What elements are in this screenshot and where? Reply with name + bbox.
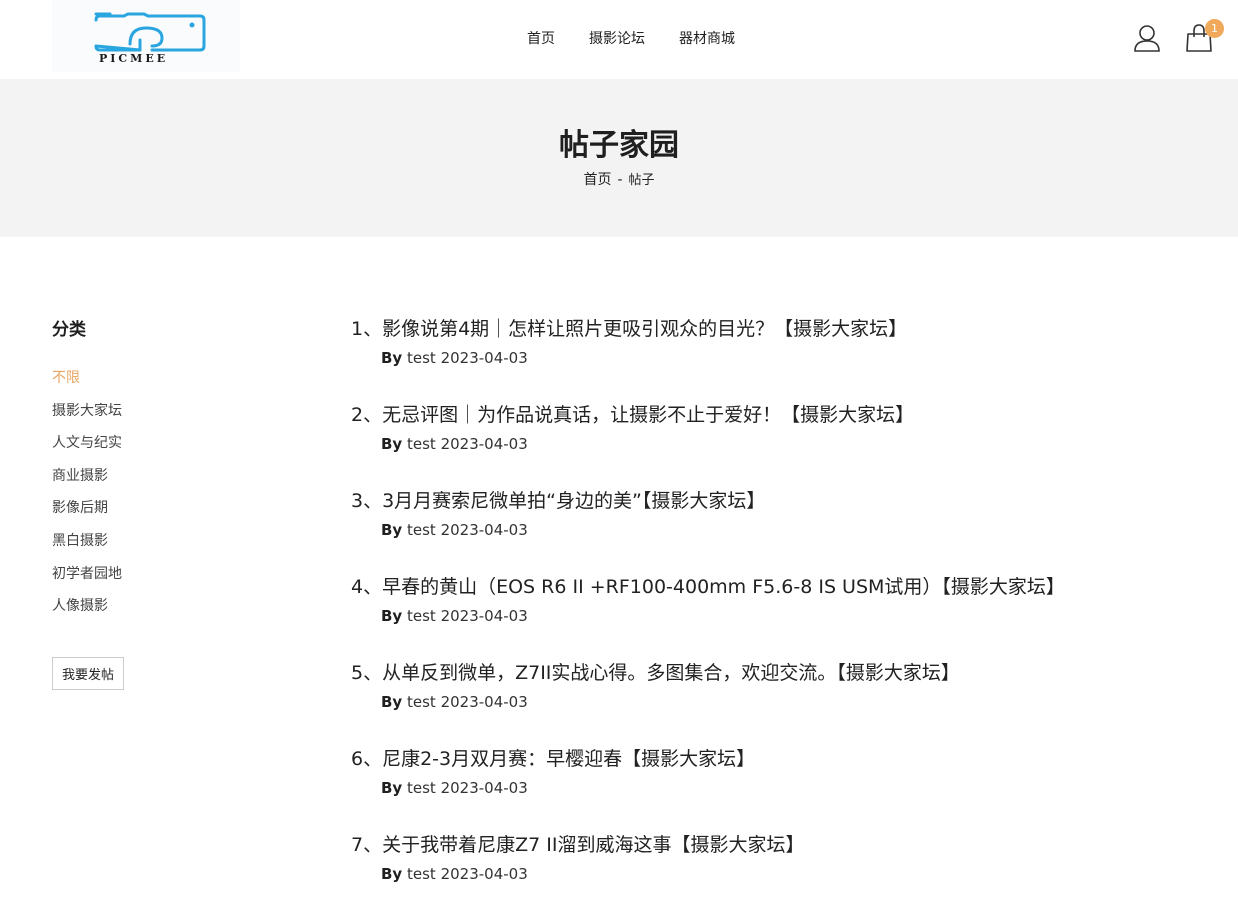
site-logo[interactable]: PICMEE xyxy=(52,0,240,72)
post-item: 6、尼康2-3月双月赛：早樱迎春【摄影大家坛】 By test 2023-04-… xyxy=(351,747,1211,833)
account-button[interactable] xyxy=(1132,22,1162,54)
post-title-link[interactable]: 3、3月月赛索尼微单拍“身边的美”【摄影大家坛】 xyxy=(351,490,765,512)
site-header: PICMEE 首页 摄影论坛 器材商城 1 xyxy=(0,0,1238,79)
category-all[interactable]: 不限 xyxy=(52,368,252,401)
post-title-link[interactable]: 1、影像说第4期｜怎样让照片更吸引观众的目光？【摄影大家坛】 xyxy=(351,318,907,340)
page-banner: 帖子家园 首页 - 帖子 xyxy=(0,79,1238,237)
post-author: test xyxy=(407,779,436,797)
post-item: 2、无忌评图｜为作品说真话，让摄影不止于爱好！【摄影大家坛】 By test 2… xyxy=(351,403,1211,489)
post-meta: By test 2023-04-03 xyxy=(351,434,1211,454)
post-date: 2023-04-03 xyxy=(440,349,528,367)
post-by-label: By xyxy=(381,779,403,797)
nav-home[interactable]: 首页 xyxy=(510,29,572,49)
post-by-label: By xyxy=(381,693,403,711)
post-title-link[interactable]: 7、关于我带着尼康Z7 II溜到威海这事【摄影大家坛】 xyxy=(351,834,804,856)
post-author: test xyxy=(407,349,436,367)
post-author: test xyxy=(407,435,436,453)
breadcrumb-current: 帖子 xyxy=(628,173,655,188)
post-author: test xyxy=(407,693,436,711)
post-author: test xyxy=(407,521,436,539)
post-date: 2023-04-03 xyxy=(440,607,528,625)
post-author: test xyxy=(407,865,436,883)
post-title-link[interactable]: 2、无忌评图｜为作品说真话，让摄影不止于爱好！【摄影大家坛】 xyxy=(351,404,914,426)
post-meta: By test 2023-04-03 xyxy=(351,864,1211,884)
category-commercial[interactable]: 商业摄影 xyxy=(52,466,252,499)
post-item: 1、影像说第4期｜怎样让照片更吸引观众的目光？【摄影大家坛】 By test 2… xyxy=(351,317,1211,403)
post-item: 5、从单反到微单，Z7II实战心得。多图集合，欢迎交流。【摄影大家坛】 By t… xyxy=(351,661,1211,747)
category-beginners[interactable]: 初学者园地 xyxy=(52,564,252,597)
post-author: test xyxy=(407,607,436,625)
category-portrait[interactable]: 人像摄影 xyxy=(52,596,252,629)
post-date: 2023-04-03 xyxy=(440,435,528,453)
cart-button[interactable]: 1 xyxy=(1184,19,1224,54)
post-meta: By test 2023-04-03 xyxy=(351,520,1211,540)
post-by-label: By xyxy=(381,521,403,539)
post-meta: By test 2023-04-03 xyxy=(351,692,1211,712)
category-sidebar: 分类 不限 摄影大家坛 人文与纪实 商业摄影 影像后期 黑白摄影 初学者园地 人… xyxy=(52,315,252,690)
category-list: 不限 摄影大家坛 人文与纪实 商业摄影 影像后期 黑白摄影 初学者园地 人像摄影 xyxy=(52,368,252,629)
post-item: 3、3月月赛索尼微单拍“身边的美”【摄影大家坛】 By test 2023-04… xyxy=(351,489,1211,575)
post-by-label: By xyxy=(381,349,403,367)
post-title-link[interactable]: 4、早春的黄山（EOS R6 II +RF100-400mm F5.6-8 IS… xyxy=(351,576,1065,598)
post-date: 2023-04-03 xyxy=(440,521,528,539)
post-list: 1、影像说第4期｜怎样让照片更吸引观众的目光？【摄影大家坛】 By test 2… xyxy=(351,317,1211,919)
nav-forum[interactable]: 摄影论坛 xyxy=(572,29,662,49)
user-icon xyxy=(1134,25,1160,52)
post-meta: By test 2023-04-03 xyxy=(351,778,1211,798)
breadcrumb: 首页 - 帖子 xyxy=(0,169,1238,189)
category-post-processing[interactable]: 影像后期 xyxy=(52,498,252,531)
post-item: 7、关于我带着尼康Z7 II溜到威海这事【摄影大家坛】 By test 2023… xyxy=(351,833,1211,919)
post-by-label: By xyxy=(381,607,403,625)
post-date: 2023-04-03 xyxy=(440,865,528,883)
breadcrumb-home[interactable]: 首页 xyxy=(583,172,611,188)
post-title-link[interactable]: 6、尼康2-3月双月赛：早樱迎春【摄影大家坛】 xyxy=(351,748,755,770)
category-black-white[interactable]: 黑白摄影 xyxy=(52,531,252,564)
category-photo-forum[interactable]: 摄影大家坛 xyxy=(52,401,252,434)
post-item: 4、早春的黄山（EOS R6 II +RF100-400mm F5.6-8 IS… xyxy=(351,575,1211,661)
category-documentary[interactable]: 人文与纪实 xyxy=(52,433,252,466)
header-actions: 1 xyxy=(1132,19,1224,54)
post-date: 2023-04-03 xyxy=(440,693,528,711)
nav-shop[interactable]: 器材商城 xyxy=(662,29,752,49)
page-title: 帖子家园 xyxy=(559,128,679,163)
cart-count-badge: 1 xyxy=(1205,19,1224,38)
main-nav: 首页 摄影论坛 器材商城 xyxy=(510,29,752,49)
post-by-label: By xyxy=(381,435,403,453)
logo-wordmark: PICMEE xyxy=(99,52,169,65)
post-by-label: By xyxy=(381,865,403,883)
post-title-link[interactable]: 5、从单反到微单，Z7II实战心得。多图集合，欢迎交流。【摄影大家坛】 xyxy=(351,662,960,684)
new-post-button[interactable]: 我要发帖 xyxy=(52,656,125,690)
breadcrumb-separator: - xyxy=(617,172,623,188)
post-date: 2023-04-03 xyxy=(440,779,528,797)
post-meta: By test 2023-04-03 xyxy=(351,606,1211,626)
post-meta: By test 2023-04-03 xyxy=(351,348,1211,368)
category-heading: 分类 xyxy=(52,320,86,340)
